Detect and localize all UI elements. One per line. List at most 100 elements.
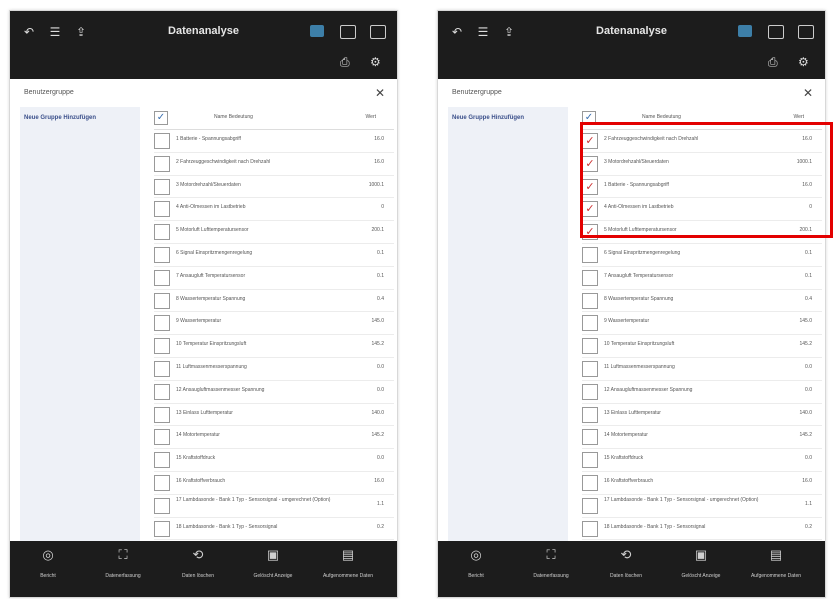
print-icon[interactable]: ⎙ <box>768 55 778 70</box>
row-label: 10 Temperatur Einspritzungsluft <box>604 341 675 348</box>
row-checkbox[interactable] <box>582 269 598 286</box>
row-checkbox[interactable] <box>582 360 598 377</box>
row-checkbox[interactable] <box>154 429 170 446</box>
table-row[interactable]: 9 Wassertemperatur 145.0 <box>582 312 822 336</box>
nav-item[interactable]: ▤ Aufgenommene Daten <box>318 547 378 579</box>
row-checkbox[interactable] <box>582 452 598 469</box>
table-row[interactable]: 16 Kraftstoffverbrauch 16.0 <box>582 472 822 495</box>
table-row[interactable]: 14 Motortemperatur 145.2 <box>582 426 822 450</box>
table-row[interactable]: 15 Kraftstoffdruck 0.0 <box>582 449 822 472</box>
record-icon[interactable] <box>738 25 752 37</box>
column-value-header: Wert <box>793 114 804 120</box>
table-row[interactable]: 10 Temperatur Einspritzungsluft 145.2 <box>582 335 822 358</box>
table-row[interactable]: 11 Luftmassenmesserspannung 0.0 <box>154 358 394 381</box>
row-label: 12 Ansaugluftmassenmesser Spannung <box>604 386 693 393</box>
nav-item[interactable]: ⟲ Daten löschen <box>596 547 656 579</box>
close-icon[interactable]: ✕ <box>375 86 385 100</box>
row-value: 1.1 <box>805 500 812 507</box>
row-checkbox[interactable] <box>154 406 170 423</box>
row-checkbox[interactable] <box>154 315 170 332</box>
nav-item[interactable]: ◎ Bericht <box>446 547 506 579</box>
row-checkbox[interactable] <box>582 429 598 446</box>
row-checkbox[interactable] <box>154 224 170 241</box>
row-checkbox[interactable] <box>582 315 598 332</box>
nav-item[interactable]: ⛶ Datenerfassung <box>521 547 581 579</box>
table-row[interactable]: 2 Fahrzeuggeschwindigkeit nach Drehzahl 1… <box>154 153 394 176</box>
table-row[interactable]: 12 Ansaugluftmassenmesser Spannung 0.0 <box>154 381 394 404</box>
table-row[interactable]: 9 Wassertemperatur 145.0 <box>154 312 394 336</box>
record-icon[interactable] <box>310 25 324 37</box>
expand-icon[interactable] <box>768 25 784 39</box>
table-row[interactable]: 4 Anti-Ölmessen im Lastbetrieb 0 <box>154 198 394 222</box>
row-checkbox[interactable] <box>154 133 170 149</box>
print-icon[interactable]: ⎙ <box>340 55 350 70</box>
row-checkbox[interactable] <box>582 520 598 537</box>
row-value: 0.0 <box>805 455 812 462</box>
row-checkbox[interactable] <box>154 201 170 218</box>
nav-item[interactable]: ⛶ Datenerfassung <box>93 547 153 579</box>
table-row[interactable]: 13 Einlass Lufttemperatur 140.0 <box>582 404 822 427</box>
table-row[interactable]: 1 Batterie - Spannungsabgriff 16.0 <box>154 130 394 153</box>
nav-item[interactable]: ⟲ Daten löschen <box>168 547 228 579</box>
row-checkbox[interactable] <box>154 383 170 400</box>
expand-icon[interactable] <box>340 25 356 39</box>
table-row[interactable]: 8 Wassertemperatur Spannung 0.4 <box>582 290 822 313</box>
table-row[interactable]: 7 Ansaugluft Temperatursensor 0.1 <box>582 267 822 290</box>
grid-icon[interactable] <box>798 25 814 39</box>
table-row[interactable]: 17 Lambdasonde - Bank 1 Typ - Sensorsign… <box>582 495 822 518</box>
add-group-link[interactable]: Neue Gruppe Hinzufügen <box>452 115 524 121</box>
table-row[interactable]: 14 Motortemperatur 145.2 <box>154 426 394 450</box>
nav-item[interactable]: ▤ Aufgenommene Daten <box>746 547 806 579</box>
select-all-checkbox[interactable]: ✓ <box>154 111 168 125</box>
row-checkbox[interactable] <box>154 269 170 286</box>
row-checkbox[interactable] <box>154 360 170 377</box>
row-checkbox[interactable] <box>154 246 170 263</box>
add-group-link[interactable]: Neue Gruppe Hinzufügen <box>24 115 96 121</box>
table-row[interactable]: 11 Luftmassenmesserspannung 0.0 <box>582 358 822 381</box>
nav-label: Datenerfassung <box>105 573 141 579</box>
row-checkbox[interactable] <box>154 520 170 537</box>
table-row[interactable]: 3 Motordrehzahl/Steuerdaten 1000.1 <box>154 176 394 199</box>
row-checkbox[interactable] <box>154 338 170 355</box>
table-row[interactable]: 6 Signal Einspritzmengenregelung 0.1 <box>154 244 394 267</box>
row-checkbox[interactable] <box>582 406 598 423</box>
row-checkbox[interactable] <box>582 383 598 400</box>
row-value: 140.0 <box>371 409 384 416</box>
row-checkbox[interactable] <box>582 497 598 514</box>
table-row[interactable]: 8 Wassertemperatur Spannung 0.4 <box>154 290 394 313</box>
row-checkbox[interactable] <box>154 452 170 469</box>
table-row[interactable]: 18 Lambdasonde - Bank 1 Typ - Sensorsign… <box>582 518 822 541</box>
clear-icon: ⟲ <box>620 547 632 562</box>
table-row[interactable]: 13 Einlass Lufttemperatur 140.0 <box>154 404 394 427</box>
settings-icon[interactable]: ⚙ <box>798 55 809 69</box>
row-checkbox[interactable] <box>582 246 598 263</box>
table-row[interactable]: 6 Signal Einspritzmengenregelung 0.1 <box>582 244 822 267</box>
group-sidebar <box>448 107 568 549</box>
table-row[interactable]: 16 Kraftstoffverbrauch 16.0 <box>154 472 394 495</box>
row-checkbox[interactable] <box>154 155 170 172</box>
row-value: 16.0 <box>802 477 812 484</box>
row-label: 7 Ansaugluft Temperatursensor <box>604 272 674 279</box>
table-row[interactable]: 17 Lambdasonde - Bank 1 Typ - Sensorsign… <box>154 495 394 518</box>
table-row[interactable]: 18 Lambdasonde - Bank 1 Typ - Sensorsign… <box>154 518 394 541</box>
table-row[interactable]: 10 Temperatur Einspritzungsluft 145.2 <box>154 335 394 358</box>
row-checkbox[interactable] <box>154 474 170 491</box>
row-checkbox[interactable] <box>582 292 598 309</box>
nav-item[interactable]: ◎ Bericht <box>18 547 78 579</box>
row-checkbox[interactable] <box>582 338 598 355</box>
settings-icon[interactable]: ⚙ <box>370 55 381 69</box>
grid-icon[interactable] <box>370 25 386 39</box>
nav-item[interactable]: ▣ Gelöscht Anzeige <box>671 547 731 579</box>
row-checkbox[interactable] <box>154 178 170 195</box>
row-checkbox[interactable] <box>154 497 170 514</box>
row-checkbox[interactable] <box>154 292 170 309</box>
nav-item[interactable]: ▣ Gelöscht Anzeige <box>243 547 303 579</box>
row-value: 145.0 <box>371 318 384 325</box>
table-row[interactable]: 5 Motorluft Lufttemperatursensor 200.1 <box>154 221 394 244</box>
close-icon[interactable]: ✕ <box>803 86 813 100</box>
row-checkbox[interactable] <box>582 474 598 491</box>
nav-label: Daten löschen <box>182 573 214 579</box>
table-row[interactable]: 15 Kraftstoffdruck 0.0 <box>154 449 394 472</box>
table-row[interactable]: 12 Ansaugluftmassenmesser Spannung 0.0 <box>582 381 822 404</box>
table-row[interactable]: 7 Ansaugluft Temperatursensor 0.1 <box>154 267 394 290</box>
